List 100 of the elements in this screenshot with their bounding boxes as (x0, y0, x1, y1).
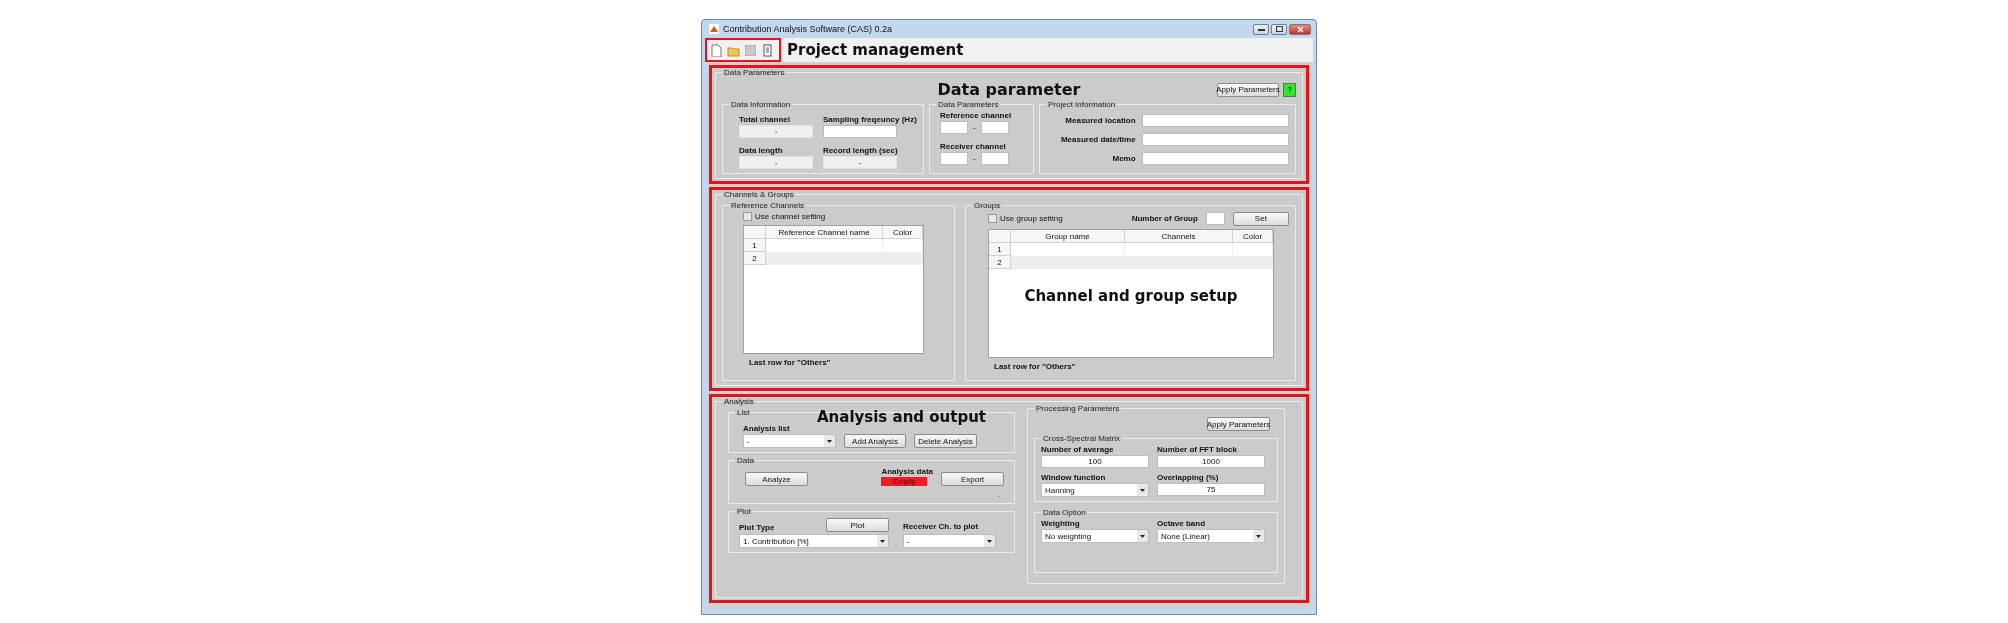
data-table[interactable]: Group name Channels Color 1 2 Channel and group setup (988, 229, 1274, 358)
input-field[interactable]: 100 (1041, 455, 1149, 468)
export-button[interactable]: Export (941, 472, 1004, 486)
minimize-button[interactable] (1253, 23, 1269, 35)
input-field[interactable] (980, 152, 1009, 165)
column-header: Color (1233, 230, 1273, 243)
input-field: - (823, 156, 897, 169)
field-label: Sampling freqeuncy (Hz) (823, 115, 918, 124)
analysis-button[interactable]: Add Analysis (844, 434, 906, 448)
field-label: Number of Group (1131, 214, 1198, 223)
field-label: Data length (739, 146, 784, 155)
field-label: Octave band (1157, 519, 1206, 528)
field-label: Plot Type (739, 523, 775, 532)
field-label: Weighting (1041, 519, 1081, 528)
group-title: Processing Parameters (1035, 404, 1121, 413)
input-field[interactable] (1141, 133, 1289, 146)
set-button[interactable]: Set (1232, 211, 1289, 226)
group-title: Cross-Spectral Matrix (1042, 434, 1121, 443)
field-label: Number of average (1041, 445, 1115, 454)
note-text: Last row for "Others" (993, 362, 1077, 371)
column-header: Group name (1011, 230, 1125, 243)
checkbox-label: Use channel setting (755, 212, 826, 221)
receiver-dropdown[interactable]: - (903, 534, 996, 548)
annotation-label: Analysis and output (816, 408, 987, 426)
table-row[interactable]: 1 (744, 239, 923, 252)
input-field: - (739, 156, 813, 169)
field-label: Overlapping (%) (1157, 473, 1220, 482)
minimize-icon (1257, 27, 1265, 31)
range-separator: - (973, 154, 976, 163)
data-table[interactable]: Reference Channel name Color 1 2 (743, 225, 924, 354)
field-label: Record length (sec) (823, 146, 899, 155)
field-label: Memo (1111, 154, 1136, 163)
annotation-label: Project management (787, 41, 964, 59)
dropdown[interactable]: None (Linear) (1157, 529, 1265, 543)
plot-button[interactable]: Plot (826, 518, 889, 532)
group-title: Channels & Groups (723, 190, 795, 199)
input-field[interactable] (1141, 152, 1289, 165)
checkbox-label: Use group setting (1000, 214, 1063, 223)
table-row[interactable]: 2 (744, 252, 923, 265)
input-field[interactable] (1141, 114, 1289, 127)
note-text: Last row for "Others" (748, 358, 832, 367)
field-label: Measured location (1064, 116, 1136, 125)
column-header: Reference Channel name (766, 226, 883, 239)
field-label: Receiver channel (940, 142, 1007, 151)
group-title: Data Information (730, 100, 792, 109)
group-title: Data Parameters (937, 100, 1000, 109)
field-label: Receiver Ch. to plot (903, 522, 980, 531)
row-header: 2 (744, 252, 766, 265)
group-title: Data Parameters (723, 68, 786, 77)
group-title: Data Option (1042, 508, 1087, 517)
corner-header (989, 230, 1011, 243)
apply-parameters-button[interactable]: Apply Parameters (1217, 82, 1279, 97)
group-title: Project Information (1047, 100, 1117, 109)
field-label: Analysis list (743, 424, 791, 433)
document-icon[interactable] (761, 43, 774, 57)
input-field[interactable] (980, 121, 1009, 134)
table-row[interactable]: 2 (989, 256, 1273, 269)
group-title: Reference Channels (730, 201, 805, 210)
dropdown[interactable]: No weighting (1041, 529, 1149, 543)
input-field: - (739, 125, 813, 138)
apply-parameters-button[interactable]: Apply Parameters (1207, 417, 1270, 431)
maximize-icon (1275, 26, 1283, 32)
group-title: List (736, 408, 751, 417)
close-icon (1296, 25, 1304, 33)
column-header: Color (883, 226, 923, 239)
field-label: Analysis data (881, 467, 933, 476)
range-separator: - (973, 123, 976, 132)
checkbox[interactable] (743, 212, 752, 221)
new-file-icon[interactable] (710, 43, 723, 57)
help-button[interactable]: ? (1283, 82, 1296, 97)
status-indicator: Empty (881, 477, 928, 486)
analysis-button[interactable]: Delete Analysis (914, 434, 977, 448)
window-title: Contribution Analysis Software (CAS) 0.2a (723, 24, 894, 34)
group-title: Analysis (723, 397, 755, 406)
input-field[interactable]: 1000 (1157, 455, 1265, 468)
analyze-button[interactable]: Analyze (745, 472, 808, 486)
group-title: Groups (973, 201, 1002, 210)
field-label: Total channel (739, 115, 791, 124)
input-field[interactable] (1205, 212, 1225, 225)
input-field[interactable] (823, 125, 897, 138)
dropdown[interactable]: Hanning (1041, 483, 1149, 497)
annotation-label: Data parameter (937, 80, 1081, 99)
input-field[interactable] (940, 121, 968, 134)
corner-header (744, 226, 766, 239)
table-row[interactable]: 1 (989, 243, 1273, 256)
plot-type-dropdown[interactable]: 1. Contribution [%] (739, 534, 889, 548)
analysis-list-dropdown[interactable]: - (743, 434, 836, 448)
group-title: Data (736, 456, 755, 465)
field-label: Window function (1041, 473, 1107, 482)
status-text: . (997, 490, 1000, 499)
input-field[interactable]: 75 (1157, 483, 1265, 496)
maximize-button[interactable] (1271, 23, 1287, 35)
field-label: Measured date/time (1059, 135, 1136, 144)
app-logo-icon (709, 24, 719, 34)
field-label: Reference channel (940, 111, 1013, 120)
annotation-label: Channel and group setup (1024, 287, 1238, 305)
field-label: Number of FFT block (1157, 445, 1238, 454)
close-button[interactable] (1289, 23, 1311, 35)
checkbox[interactable] (988, 214, 997, 223)
input-field[interactable] (940, 152, 968, 165)
